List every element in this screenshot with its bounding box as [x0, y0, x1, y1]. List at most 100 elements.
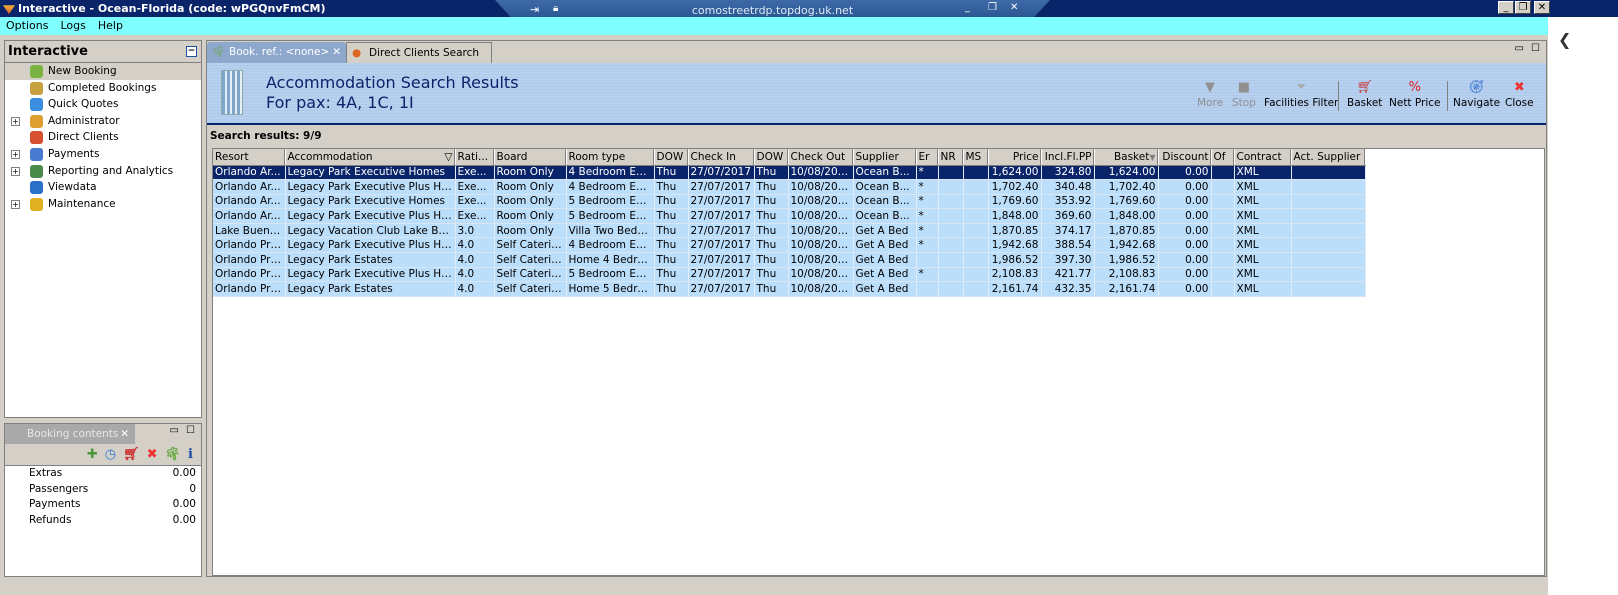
- column-header[interactable]: Check Out: [788, 149, 854, 166]
- column-header[interactable]: Contract: [1234, 149, 1292, 166]
- maximize-icon[interactable]: ☐: [186, 425, 195, 436]
- close-tab-icon[interactable]: ✕: [332, 42, 341, 63]
- column-header[interactable]: Price: [988, 149, 1042, 166]
- column-header[interactable]: Room type: [566, 149, 655, 166]
- column-header[interactable]: Rati...: [455, 149, 495, 166]
- table-cell: 4 Bedroom Exe...: [566, 179, 655, 195]
- add-icon[interactable]: ✚: [87, 447, 98, 462]
- rdp-restore-icon[interactable]: ❐: [988, 2, 997, 13]
- column-header[interactable]: Of: [1211, 149, 1235, 166]
- table-row[interactable]: Orlando Ar... Legacy Park Executive Plus …: [213, 179, 1366, 195]
- sidebar-item-administrator[interactable]: + Administrator: [5, 113, 201, 130]
- filter-icon[interactable]: ▽: [444, 151, 452, 163]
- column-header[interactable]: MS: [963, 149, 989, 166]
- basket-transfer-icon[interactable]: 🛒︎: [123, 447, 140, 462]
- table-cell: Thu: [654, 165, 689, 181]
- table-row[interactable]: Orlando Pri... Legacy Park Executive Plus…: [213, 267, 1366, 283]
- table-row[interactable]: Orlando Ar... Legacy Park Executive Homes…: [213, 194, 1366, 210]
- column-header[interactable]: Er: [916, 149, 939, 166]
- menu-logs[interactable]: Logs: [60, 19, 85, 32]
- minimize-icon[interactable]: ▭: [170, 425, 179, 436]
- sidebar-item-new-booking[interactable]: New Booking: [5, 63, 201, 80]
- table-cell: Ocean B...: [853, 179, 917, 195]
- table-cell: Thu: [754, 252, 789, 268]
- table-row[interactable]: Orlando Pri... Legacy Park Executive Plus…: [213, 237, 1366, 254]
- table-cell: Thu: [654, 208, 689, 224]
- more-button[interactable]: ▼ More: [1197, 79, 1223, 109]
- close-button[interactable]: ✕: [1534, 1, 1550, 14]
- table-cell: XML: [1234, 179, 1292, 195]
- close-icon[interactable]: ✕: [120, 424, 129, 444]
- column-header[interactable]: Basket▼: [1094, 149, 1159, 166]
- sidebar-item-direct-clients[interactable]: Direct Clients: [5, 129, 201, 146]
- column-header[interactable]: Act. Supplier: [1291, 149, 1366, 166]
- sidebar-item-quick-quotes[interactable]: Quick Quotes: [5, 96, 201, 113]
- table-row[interactable]: Orlando Ar... Legacy Park Executive Plus …: [213, 208, 1366, 224]
- menu-help[interactable]: Help: [98, 19, 123, 32]
- table-cell: XML: [1234, 252, 1292, 268]
- close-button[interactable]: ✖ Close: [1505, 79, 1534, 109]
- restore-button[interactable]: ❐: [1515, 1, 1531, 14]
- table-cell: Thu: [654, 281, 689, 297]
- table-row[interactable]: Orlando Pri... Legacy Park Estates 4.0 Self…: [213, 281, 1366, 297]
- sidebar-item-reporting-and-analytics[interactable]: + Reporting and Analytics: [5, 163, 201, 180]
- expand-icon[interactable]: +: [11, 199, 20, 209]
- table-cell: Thu: [754, 267, 789, 283]
- info-icon[interactable]: i: [188, 447, 193, 462]
- sort-descending-icon[interactable]: ▼: [1149, 153, 1155, 162]
- table-row[interactable]: Orlando Ar... Legacy Park Executive Homes…: [213, 165, 1366, 181]
- pin-icon[interactable]: ⇥: [530, 3, 539, 16]
- column-header[interactable]: Accommodation ▽: [285, 149, 456, 166]
- collapse-icon[interactable]: −: [186, 46, 197, 57]
- search-results-count: Search results: 9/9: [210, 130, 322, 142]
- menu-options[interactable]: Options: [6, 19, 48, 32]
- rdp-minimize-icon[interactable]: _: [965, 2, 970, 13]
- clock-icon[interactable]: ◷: [105, 447, 116, 462]
- stop-label: Stop: [1232, 97, 1256, 109]
- booking-contents-tab[interactable]: Booking contents ✕: [5, 424, 135, 444]
- nett-price-icon: %: [1408, 80, 1421, 95]
- expand-icon[interactable]: +: [11, 116, 20, 126]
- facilities-filter-button[interactable]: ⏷ Facilities Filter: [1264, 79, 1338, 109]
- table-cell: [1211, 223, 1235, 239]
- lock-icon[interactable]: 🔒︎: [553, 3, 558, 14]
- column-header[interactable]: DOW: [654, 149, 689, 166]
- sidebar-item-maintenance[interactable]: + Maintenance: [5, 196, 201, 213]
- column-header[interactable]: Check In: [688, 149, 755, 166]
- back-arrow-icon[interactable]: ❮: [1558, 30, 1571, 49]
- minimize-button[interactable]: _: [1498, 1, 1514, 14]
- row-label: Payments: [29, 498, 81, 510]
- column-header[interactable]: Discount: [1158, 149, 1212, 166]
- tab-booking[interactable]: Book. ref.: <none> ✕ 🌴︎: [207, 42, 346, 63]
- column-header[interactable]: NR: [938, 149, 964, 166]
- column-header[interactable]: Incl.Fl.PP: [1041, 149, 1095, 166]
- column-header[interactable]: Supplier: [853, 149, 917, 166]
- minimize-icon[interactable]: ▭: [1515, 43, 1524, 54]
- table-cell: [1291, 267, 1366, 283]
- stop-icon: ■: [1237, 80, 1251, 95]
- sidebar-item-payments[interactable]: + Payments: [5, 146, 201, 163]
- stop-button[interactable]: ■ Stop: [1232, 79, 1256, 109]
- column-header[interactable]: DOW: [754, 149, 789, 166]
- column-header[interactable]: Board: [494, 149, 567, 166]
- sidebar-item-completed-bookings[interactable]: Completed Bookings: [5, 80, 201, 97]
- table-row[interactable]: Lake Buena... Legacy Vacation Club Lake B…: [213, 223, 1366, 239]
- nett-price-button[interactable]: % Nett Price: [1389, 79, 1441, 109]
- delete-icon[interactable]: ✖: [147, 447, 158, 462]
- booking-contents-row: Refunds 0.00: [5, 513, 201, 529]
- column-header[interactable]: Resort: [213, 149, 286, 166]
- table-cell: *: [916, 223, 939, 239]
- table-cell: Thu: [654, 252, 689, 268]
- navigate-button[interactable]: 🧭︎ Navigate: [1453, 79, 1500, 109]
- table-cell: Room Only: [494, 208, 567, 224]
- tab-direct-clients-search[interactable]: Direct Clients Search ●: [346, 42, 492, 63]
- table-cell: Thu: [654, 179, 689, 195]
- sidebar-item-viewdata[interactable]: Viewdata: [5, 179, 201, 196]
- table-row[interactable]: Orlando Pri... Legacy Park Estates 4.0 Self…: [213, 252, 1366, 268]
- basket-button[interactable]: 🛒︎ Basket: [1347, 79, 1382, 109]
- rdp-close-icon[interactable]: ✕: [1010, 2, 1018, 13]
- palm-tree-icon[interactable]: 🌴︎: [165, 447, 182, 462]
- maximize-icon[interactable]: ☐: [1531, 43, 1540, 54]
- expand-icon[interactable]: +: [11, 149, 20, 159]
- expand-icon[interactable]: +: [11, 166, 20, 176]
